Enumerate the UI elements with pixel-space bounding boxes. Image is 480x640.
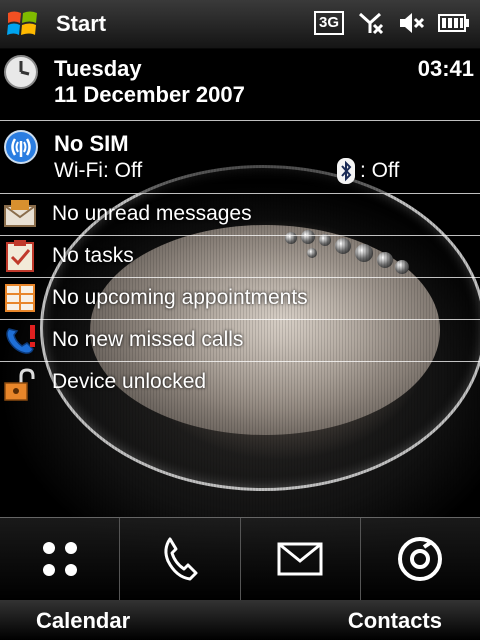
date-time-plugin[interactable]: Tuesday 11 December 2007 03:41 — [0, 48, 480, 121]
appointments-label: No upcoming appointments — [52, 286, 308, 309]
no-signal-icon — [358, 12, 384, 35]
launcher-bar — [0, 517, 480, 600]
messages-label: No unread messages — [52, 202, 252, 225]
start-button[interactable]: Start — [56, 11, 106, 37]
bluetooth-status[interactable]: : Off — [336, 157, 399, 185]
windows-logo-icon[interactable] — [6, 9, 40, 39]
bluetooth-icon — [337, 158, 355, 184]
connectivity-plugin[interactable]: No SIM Wi-Fi: Off : Off — [0, 121, 480, 194]
messages-icon — [3, 198, 37, 235]
missed-calls-icon — [3, 323, 39, 362]
taskbar: Start 3G — [0, 0, 480, 49]
today-screen: Start 3G Tuesday 11 December 2007 03:41 … — [0, 0, 480, 640]
phone-button[interactable] — [120, 518, 241, 600]
battery-icon — [438, 14, 469, 32]
tasks-icon — [3, 239, 37, 278]
tasks-row[interactable]: No tasks — [0, 236, 480, 278]
apps-button[interactable] — [0, 518, 121, 600]
date-label: 11 December 2007 — [54, 82, 245, 107]
phone-icon — [164, 537, 198, 581]
device-lock-row[interactable]: Device unlocked — [0, 362, 480, 403]
sim-status: No SIM — [54, 131, 129, 156]
network-3g-icon: 3G — [313, 11, 344, 35]
missed-calls-label: No new missed calls — [52, 328, 244, 351]
device-lock-label: Device unlocked — [52, 370, 207, 393]
unlock-icon — [3, 368, 35, 407]
wifi-status[interactable]: Wi-Fi: Off — [54, 159, 142, 183]
tasks-label: No tasks — [52, 244, 134, 267]
messages-row[interactable]: No unread messages — [0, 194, 480, 236]
time-label[interactable]: 03:41 — [418, 56, 474, 82]
clock-icon — [3, 54, 39, 95]
day-label: Tuesday — [54, 56, 142, 81]
bluetooth-status-label: : Off — [360, 159, 400, 182]
appointments-row[interactable]: No upcoming appointments — [0, 278, 480, 320]
signal-antenna-icon — [3, 129, 39, 170]
media-button[interactable] — [361, 518, 480, 600]
media-player-icon — [398, 537, 443, 581]
envelope-icon — [277, 542, 323, 576]
missed-calls-row[interactable]: No new missed calls — [0, 320, 480, 362]
softkey-bar: Calendar Contacts — [0, 600, 480, 640]
apps-grid-icon — [42, 542, 77, 576]
messaging-button[interactable] — [241, 518, 361, 600]
right-softkey[interactable]: Contacts — [348, 608, 442, 634]
status-icons[interactable]: 3G — [313, 11, 470, 35]
left-softkey[interactable]: Calendar — [36, 608, 130, 634]
calendar-icon — [3, 282, 37, 319]
volume-muted-icon — [400, 13, 425, 33]
